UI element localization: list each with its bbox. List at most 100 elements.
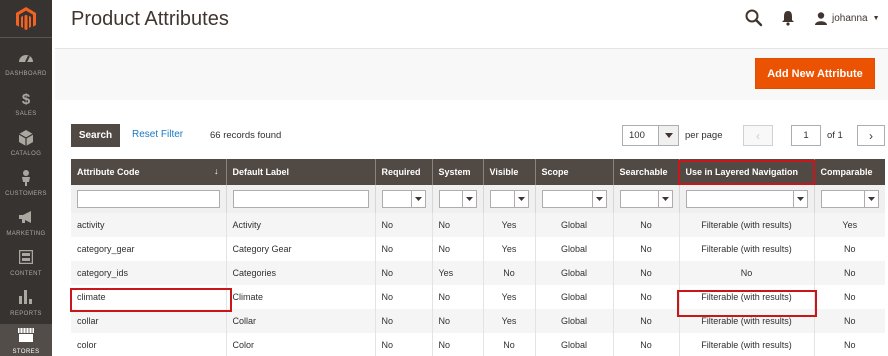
- visible-filter-select[interactable]: [489, 190, 529, 208]
- megaphone-icon: [0, 210, 52, 230]
- table-cell: No: [432, 333, 484, 356]
- reset-filter-link[interactable]: Reset Filter: [132, 129, 183, 140]
- chevron-left-icon: ‹: [756, 128, 760, 143]
- admin-sidebar: DASHBOARD $ SALES CATALOG CUSTOMERS MARK…: [0, 0, 52, 356]
- column-header-scope[interactable]: Scope: [535, 159, 614, 185]
- table-cell: No: [375, 213, 433, 237]
- sidebar-item-marketing[interactable]: MARKETING: [0, 204, 52, 244]
- attribute-code-filter-input[interactable]: [77, 190, 220, 208]
- user-icon: [815, 11, 827, 25]
- notifications-button[interactable]: [781, 10, 795, 26]
- column-header-searchable[interactable]: Searchable: [613, 159, 680, 185]
- sidebar-item-label: DASHBOARD: [5, 71, 47, 77]
- table-row[interactable]: climate Climate No No Yes Global No Filterable …: [71, 285, 885, 309]
- sidebar-item-label: REPORTS: [10, 311, 42, 317]
- per-page-select[interactable]: 100: [622, 125, 679, 146]
- table-cell: Filterable (with results): [679, 309, 815, 333]
- table-cell: No: [814, 261, 885, 285]
- table-cell: Yes: [483, 309, 536, 333]
- sidebar-item-label: MARKETING: [6, 231, 46, 237]
- user-name: johanna: [832, 12, 868, 24]
- table-cell: No: [375, 333, 433, 356]
- table-cell: climate: [71, 285, 227, 309]
- magento-logo[interactable]: [0, 0, 52, 37]
- next-page-button[interactable]: ›: [857, 125, 885, 146]
- chevron-down-icon: [792, 191, 807, 207]
- column-header-visible[interactable]: Visible: [483, 159, 536, 185]
- column-header-default-label[interactable]: Default Label: [226, 159, 376, 185]
- search-icon: [745, 9, 763, 27]
- chevron-right-icon: ›: [869, 128, 873, 143]
- previous-page-button[interactable]: ‹: [743, 125, 773, 146]
- table-row[interactable]: category_ids Categories No Yes No Global No No N…: [71, 261, 885, 285]
- table-cell: collar: [71, 309, 227, 333]
- table-cell: activity: [71, 213, 227, 237]
- per-page-label: per page: [685, 130, 723, 141]
- table-cell: Global: [535, 285, 614, 309]
- table-cell: No: [679, 261, 815, 285]
- table-cell: Color: [226, 333, 376, 356]
- table-cell: Filterable (with results): [679, 333, 815, 356]
- table-cell: Yes: [483, 237, 536, 261]
- table-cell: Climate: [226, 285, 376, 309]
- table-cell: No: [375, 261, 433, 285]
- table-cell: No: [814, 333, 885, 356]
- table-row[interactable]: collar Collar No No Yes Global No Filterable (w…: [71, 309, 885, 333]
- sidebar-divider: [0, 37, 52, 38]
- cube-icon: [0, 130, 52, 150]
- table-row[interactable]: activity Activity No No Yes Global No Filterabl…: [71, 213, 885, 237]
- sidebar-item-sales[interactable]: $ SALES: [0, 84, 52, 124]
- column-header-layered-navigation[interactable]: Use in Layered Navigation: [679, 159, 815, 185]
- column-header-system[interactable]: System: [432, 159, 484, 185]
- attributes-grid: Attribute Code ↓ Default Label Required S…: [71, 159, 885, 356]
- table-cell: No: [613, 237, 680, 261]
- table-cell: Category Gear: [226, 237, 376, 261]
- sidebar-item-label: STORES: [12, 349, 40, 355]
- add-new-attribute-button[interactable]: Add New Attribute: [755, 58, 875, 89]
- sidebar-item-content[interactable]: CONTENT: [0, 244, 52, 284]
- store-icon: [0, 328, 52, 348]
- chevron-down-icon: [591, 191, 606, 207]
- default-label-filter-input[interactable]: [232, 190, 369, 208]
- table-cell: Collar: [226, 309, 376, 333]
- scope-filter-select[interactable]: [541, 190, 607, 208]
- table-cell: Global: [535, 213, 614, 237]
- table-cell: Filterable (with results): [679, 213, 815, 237]
- column-header-label: Attribute Code: [77, 167, 140, 177]
- sidebar-item-reports[interactable]: REPORTS: [0, 284, 52, 324]
- layout-icon: [0, 249, 52, 270]
- table-cell: No: [432, 309, 484, 333]
- column-header-attribute-code[interactable]: Attribute Code ↓: [71, 159, 227, 185]
- search-button[interactable]: Search: [71, 124, 120, 147]
- table-cell: Global: [535, 309, 614, 333]
- comparable-filter-select[interactable]: [820, 190, 879, 208]
- table-cell: No: [814, 309, 885, 333]
- bar-chart-icon: [0, 290, 52, 310]
- table-cell: Filterable (with results): [679, 237, 815, 261]
- sidebar-item-dashboard[interactable]: DASHBOARD: [0, 44, 52, 84]
- records-count: 66 records found: [210, 130, 282, 141]
- user-menu[interactable]: johanna ▼: [815, 10, 880, 26]
- table-cell: No: [613, 285, 680, 309]
- page-number-input[interactable]: 1: [791, 125, 821, 146]
- system-filter-select[interactable]: [438, 190, 477, 208]
- table-cell: No: [613, 261, 680, 285]
- table-cell: No: [432, 237, 484, 261]
- layered-navigation-filter-select[interactable]: [685, 190, 808, 208]
- table-row[interactable]: category_gear Category Gear No No Yes Global N…: [71, 237, 885, 261]
- person-icon: [0, 170, 52, 190]
- table-cell: No: [432, 213, 484, 237]
- searchable-filter-select[interactable]: [619, 190, 673, 208]
- bell-icon: [782, 11, 794, 26]
- filter-row: [71, 185, 885, 213]
- sidebar-item-catalog[interactable]: CATALOG: [0, 124, 52, 164]
- global-search-button[interactable]: [745, 9, 763, 27]
- column-header-required[interactable]: Required: [375, 159, 433, 185]
- table-cell: Categories: [226, 261, 376, 285]
- sidebar-item-stores[interactable]: STORES: [0, 324, 52, 356]
- table-row[interactable]: color Color No No No Global No Filterable (with…: [71, 333, 885, 356]
- sidebar-item-customers[interactable]: CUSTOMERS: [0, 164, 52, 204]
- column-header-comparable[interactable]: Comparable: [814, 159, 885, 185]
- required-filter-select[interactable]: [381, 190, 426, 208]
- table-cell: Global: [535, 237, 614, 261]
